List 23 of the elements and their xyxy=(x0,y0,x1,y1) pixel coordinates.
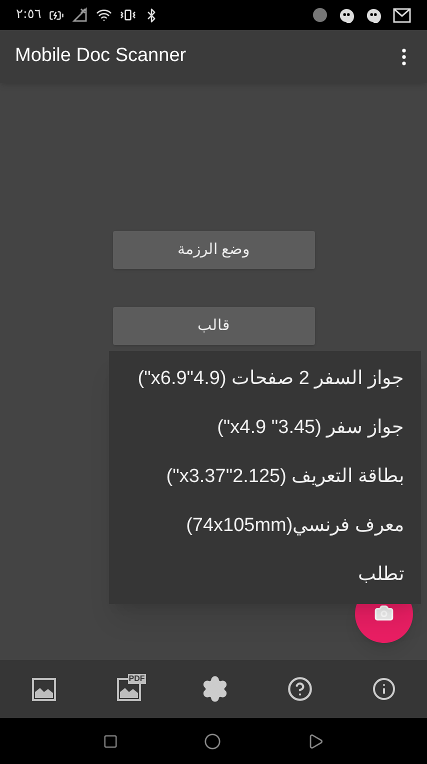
wifi-icon xyxy=(96,7,112,23)
info-icon[interactable] xyxy=(372,677,396,701)
app-title: Mobile Doc Scanner xyxy=(15,44,188,68)
menu-item[interactable]: جواز سفر (3.45" x4.9") xyxy=(109,404,421,453)
home-icon[interactable] xyxy=(204,732,221,750)
no-signal-icon xyxy=(72,7,88,23)
menu-item[interactable]: معرف فرنسي(74x105mm) xyxy=(109,502,421,551)
menu-item[interactable]: بطاقة التعريف (2.125"x3.37") xyxy=(109,453,421,502)
recents-icon[interactable] xyxy=(103,734,118,748)
status-time: ٢:٥٦ xyxy=(16,6,42,24)
camera-icon xyxy=(374,603,394,623)
help-icon[interactable] xyxy=(287,676,314,702)
chat-bubble-icon xyxy=(339,8,354,22)
menu-item[interactable]: جواز السفر 2 صفحات (4.9"x6.9") xyxy=(109,355,421,404)
action-button[interactable]: وضع الرزمة xyxy=(112,231,314,269)
chat-bubble-icon xyxy=(366,8,381,22)
back-icon[interactable] xyxy=(307,732,324,750)
gallery-icon[interactable] xyxy=(31,676,57,702)
action-button[interactable]: قالب xyxy=(112,307,314,345)
vibrate-icon xyxy=(120,7,136,23)
pdf-label: PDF xyxy=(128,674,146,684)
mail-icon xyxy=(393,8,411,22)
menu-item[interactable]: تطلب xyxy=(109,551,421,600)
